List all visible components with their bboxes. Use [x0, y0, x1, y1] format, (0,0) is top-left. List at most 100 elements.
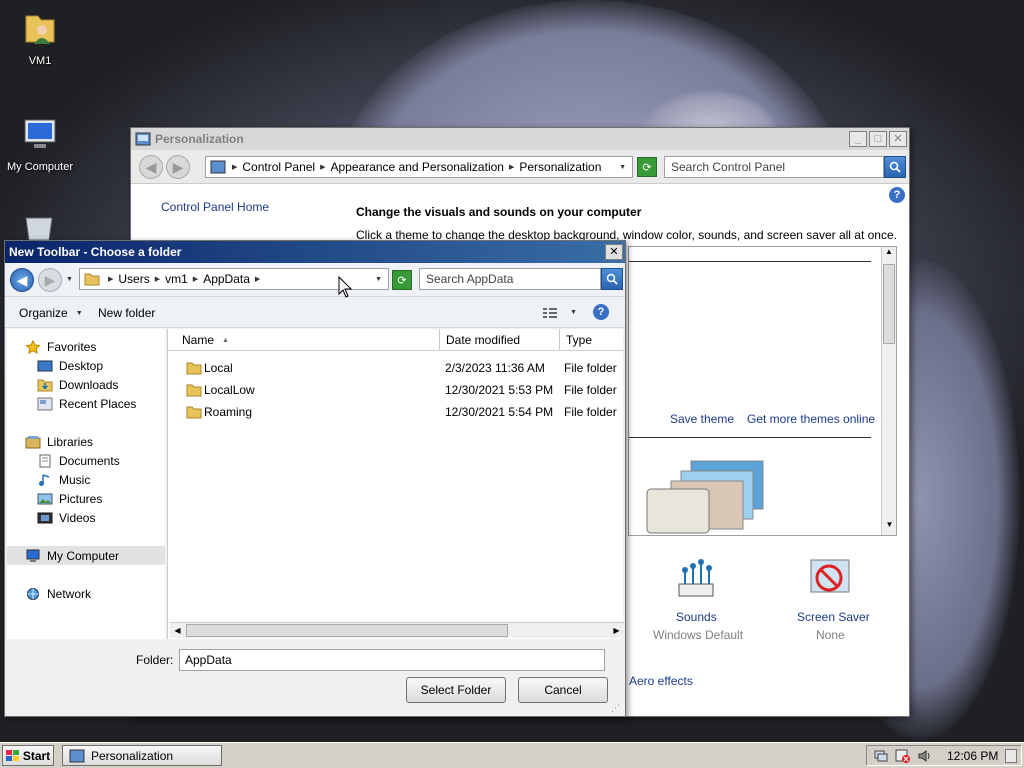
breadcrumb-separator-icon[interactable]: ▶: [320, 163, 325, 171]
breadcrumb-separator-icon[interactable]: ▶: [509, 163, 514, 171]
scroll-down-icon[interactable]: ▼: [882, 520, 897, 535]
computer-icon: [24, 119, 56, 148]
network-tray-icon[interactable]: [873, 749, 889, 763]
file-row[interactable]: Local 2/3/2023 11:36 AM File folder: [168, 357, 628, 379]
folder-input[interactable]: AppData: [179, 649, 605, 671]
aero-effects-link[interactable]: Aero effects: [629, 674, 693, 688]
clock[interactable]: 12:06 PM: [947, 749, 998, 763]
breadcrumb-vm1[interactable]: vm1: [165, 272, 188, 286]
nav-label: Videos: [59, 510, 96, 525]
nav-desktop[interactable]: Desktop: [37, 356, 103, 375]
scroll-left-icon[interactable]: ◀: [170, 623, 185, 638]
recycle-bin-icon[interactable]: [20, 214, 58, 240]
dialog-title: New Toolbar - Choose a folder: [9, 245, 182, 259]
nav-videos[interactable]: Videos: [37, 508, 95, 527]
horizontal-scrollbar[interactable]: ◀ ▶: [170, 622, 624, 638]
back-button[interactable]: ◀: [10, 268, 34, 292]
forward-button[interactable]: ▶: [166, 155, 190, 179]
volume-icon[interactable]: [917, 749, 933, 763]
resize-grip-icon[interactable]: ⋰: [611, 703, 620, 714]
chevron-down-icon[interactable]: ▼: [619, 164, 626, 171]
refresh-icon[interactable]: ⟳: [637, 157, 657, 177]
nav-label: Downloads: [59, 377, 119, 392]
nav-downloads[interactable]: Downloads: [37, 375, 118, 394]
theme-list-scrollbar[interactable]: ▲ ▼: [881, 247, 896, 535]
desktop-icon-label: My Computer: [6, 161, 74, 173]
desktop-icon-vm1[interactable]: VM1: [0, 8, 80, 67]
close-button[interactable]: ✕: [889, 131, 907, 147]
sounds-link[interactable]: Sounds: [676, 610, 717, 624]
dialog-search-button[interactable]: [601, 268, 623, 290]
back-button[interactable]: ◀: [139, 155, 163, 179]
taskbar-item-personalization[interactable]: Personalization: [62, 745, 222, 766]
breadcrumb-separator-icon[interactable]: ▶: [193, 275, 198, 283]
control-panel-icon: [210, 160, 226, 174]
search-icon: [889, 161, 901, 173]
nav-music[interactable]: Music: [37, 470, 90, 489]
scroll-right-icon[interactable]: ▶: [609, 623, 624, 638]
nav-network[interactable]: Network: [25, 584, 91, 603]
help-icon[interactable]: ?: [889, 187, 905, 203]
breadcrumb-control-panel[interactable]: Control Panel: [242, 160, 315, 174]
new-folder-button[interactable]: New folder: [98, 306, 155, 320]
show-desktop-button[interactable]: [1005, 748, 1017, 763]
chevron-down-icon[interactable]: ▼: [570, 309, 577, 316]
more-themes-link[interactable]: Get more themes online: [747, 412, 875, 426]
nav-pictures[interactable]: Pictures: [37, 489, 102, 508]
nav-favorites[interactable]: Favorites: [25, 337, 96, 356]
column-header-type[interactable]: Type: [560, 329, 624, 351]
file-type: File folder: [564, 361, 617, 375]
scrollbar-thumb[interactable]: [186, 624, 508, 637]
theme-list: Save theme Get more themes online ▲ ▼: [628, 246, 897, 536]
breadcrumb-personalization[interactable]: Personalization: [519, 160, 601, 174]
breadcrumb-separator-icon[interactable]: ▶: [108, 275, 113, 283]
breadcrumb-separator-icon[interactable]: ▶: [232, 163, 237, 171]
scrollbar-thumb[interactable]: [883, 264, 895, 344]
security-alert-icon[interactable]: [895, 749, 911, 763]
breadcrumb-separator-icon[interactable]: ▶: [255, 275, 260, 283]
recent-pages-icon[interactable]: ▼: [66, 276, 73, 283]
file-row[interactable]: Roaming 12/30/2021 5:54 PM File folder: [168, 401, 628, 423]
cancel-button[interactable]: Cancel: [518, 677, 608, 703]
desktop-icon-label: VM1: [28, 55, 52, 67]
breadcrumb-separator-icon[interactable]: ▶: [155, 275, 160, 283]
nav-recent-places[interactable]: Recent Places: [37, 394, 136, 413]
chevron-down-icon[interactable]: ▼: [375, 276, 382, 283]
column-header-date[interactable]: Date modified: [440, 329, 560, 351]
dialog-search-input[interactable]: Search AppData: [419, 268, 601, 290]
help-icon[interactable]: ?: [593, 304, 609, 320]
forward-button[interactable]: ▶: [38, 268, 62, 292]
search-input[interactable]: Search Control Panel: [664, 156, 884, 178]
file-type: File folder: [564, 383, 617, 397]
breadcrumb-users[interactable]: Users: [118, 272, 149, 286]
folder-label: Folder:: [136, 653, 174, 667]
breadcrumb-appdata[interactable]: AppData: [203, 272, 250, 286]
music-icon: [39, 473, 50, 486]
star-icon: [25, 339, 41, 354]
theme-preview-image[interactable]: [645, 459, 765, 535]
desktop-icon-my-computer[interactable]: My Computer: [0, 114, 80, 173]
control-panel-home-link[interactable]: Control Panel Home: [161, 200, 269, 214]
nav-libraries[interactable]: Libraries: [25, 432, 93, 451]
maximize-button[interactable]: □: [869, 131, 887, 147]
view-options-icon[interactable]: [542, 306, 558, 320]
select-folder-button[interactable]: Select Folder: [406, 677, 506, 703]
dialog-close-button[interactable]: ✕: [605, 244, 623, 260]
screen-saver-icon[interactable]: [807, 556, 853, 602]
nav-documents[interactable]: Documents: [37, 451, 120, 470]
nav-my-computer[interactable]: My Computer: [7, 546, 165, 565]
column-header-name[interactable]: Name ▲: [176, 329, 440, 351]
start-button[interactable]: Start: [2, 745, 54, 766]
scroll-up-icon[interactable]: ▲: [882, 247, 896, 262]
address-bar[interactable]: ▶ Control Panel ▶ Appearance and Persona…: [205, 156, 633, 178]
refresh-icon[interactable]: ⟳: [392, 270, 412, 290]
save-theme-link[interactable]: Save theme: [670, 412, 734, 426]
search-button[interactable]: [884, 156, 906, 178]
screen-saver-link[interactable]: Screen Saver: [797, 610, 870, 624]
organize-button[interactable]: Organize ▼: [19, 306, 83, 320]
file-row[interactable]: LocalLow 12/30/2021 5:53 PM File folder: [168, 379, 628, 401]
minimize-button[interactable]: _: [849, 131, 867, 147]
breadcrumb-appearance[interactable]: Appearance and Personalization: [331, 160, 504, 174]
sounds-icon[interactable]: [673, 556, 719, 602]
file-name: Local: [204, 361, 233, 375]
